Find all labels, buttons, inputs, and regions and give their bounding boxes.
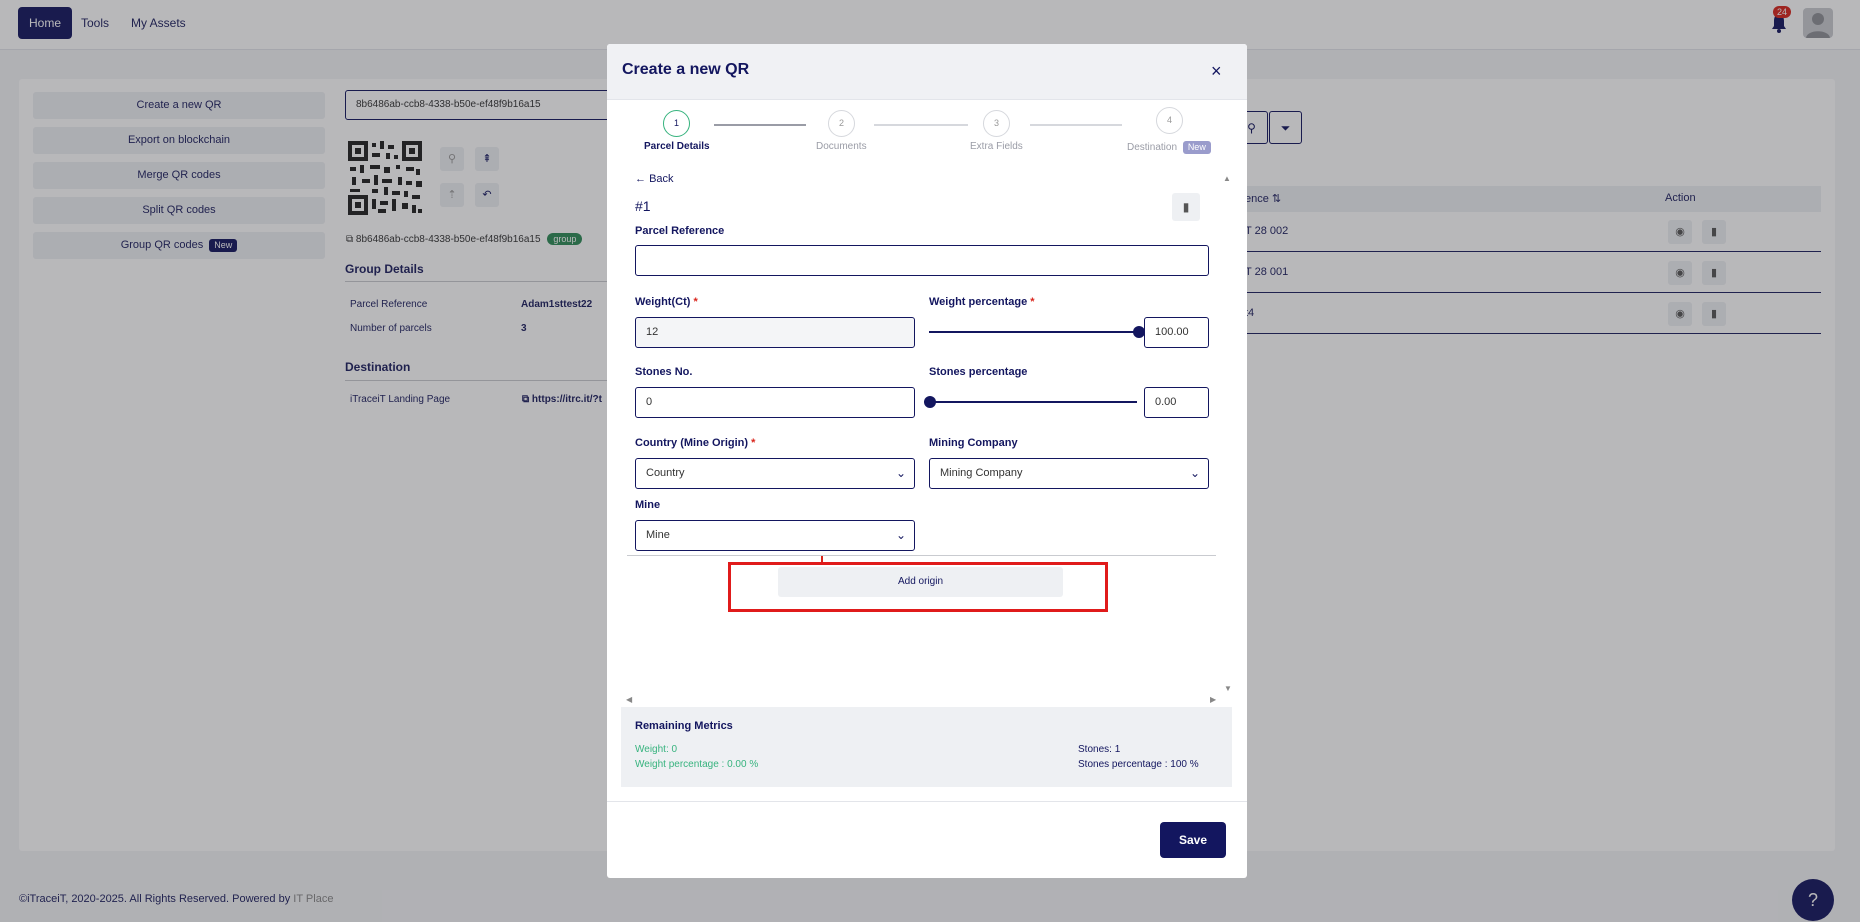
stones-percentage-slider-thumb[interactable] bbox=[924, 396, 936, 408]
step-2-label[interactable]: Documents bbox=[816, 141, 867, 152]
scroll-down-arrow-icon[interactable]: ▼ bbox=[1224, 684, 1232, 693]
back-link[interactable]: ← Back bbox=[635, 173, 674, 185]
stepper-line bbox=[714, 124, 806, 126]
remaining-metrics-title: Remaining Metrics bbox=[635, 720, 733, 732]
remaining-weight-percentage: Weight percentage : 0.00 % bbox=[635, 759, 759, 770]
scroll-up-arrow-icon[interactable]: ▲ bbox=[1223, 174, 1231, 183]
trash-icon: ▮ bbox=[1182, 200, 1190, 214]
weight-percentage-label: Weight percentage * bbox=[929, 296, 1035, 308]
new-badge: New bbox=[1182, 141, 1211, 154]
country-select-value: Country bbox=[646, 467, 685, 479]
mine-label: Mine bbox=[635, 499, 661, 511]
step-4-circle[interactable]: 4 bbox=[1156, 107, 1183, 134]
stones-percentage-input[interactable]: 0.00 bbox=[1144, 387, 1209, 418]
weight-percentage-input[interactable]: 100.00 bbox=[1144, 317, 1209, 348]
parcel-reference-label: Parcel Reference bbox=[635, 225, 725, 237]
step-1-circle[interactable]: 1 bbox=[663, 110, 690, 137]
scroll-left-arrow-icon[interactable]: ◀ bbox=[626, 695, 632, 704]
country-label: Country (Mine Origin) * bbox=[635, 437, 756, 449]
mine-select[interactable]: Mine ⌄ bbox=[635, 520, 915, 551]
stones-no-input[interactable]: 0 bbox=[635, 387, 915, 418]
arrow-left-icon: ← bbox=[635, 173, 650, 185]
weight-label-text: Weight(Ct) bbox=[635, 296, 691, 308]
stones-percentage-label: Stones percentage bbox=[929, 366, 1028, 378]
chevron-down-icon: ⌄ bbox=[1189, 466, 1200, 480]
step-2-circle[interactable]: 2 bbox=[828, 110, 855, 137]
stones-no-label: Stones No. bbox=[635, 366, 693, 378]
parcel-number: #1 bbox=[635, 198, 651, 214]
scroll-right-arrow-icon[interactable]: ▶ bbox=[1210, 695, 1216, 704]
step-1-label[interactable]: Parcel Details bbox=[644, 141, 710, 152]
remaining-metrics-panel: Remaining Metrics Weight: 0 Weight perce… bbox=[621, 707, 1232, 787]
country-select[interactable]: Country ⌄ bbox=[635, 458, 915, 489]
modal-header: Create a new QR × bbox=[607, 44, 1247, 100]
weight-percentage-slider[interactable] bbox=[929, 331, 1137, 333]
delete-parcel-button[interactable]: ▮ bbox=[1172, 193, 1200, 221]
close-icon[interactable]: × bbox=[1211, 62, 1222, 80]
step-3-label[interactable]: Extra Fields bbox=[970, 141, 1023, 152]
back-label: Back bbox=[649, 173, 674, 185]
mine-select-value: Mine bbox=[646, 529, 670, 541]
weight-label: Weight(Ct) * bbox=[635, 296, 698, 308]
remaining-stones: Stones: 1 bbox=[1078, 744, 1121, 755]
mining-company-select[interactable]: Mining Company ⌄ bbox=[929, 458, 1209, 489]
create-qr-modal: Create a new QR × 1 2 3 4 Parcel Details… bbox=[607, 44, 1247, 878]
parcel-reference-input[interactable] bbox=[635, 245, 1209, 276]
save-button[interactable]: Save bbox=[1160, 822, 1226, 858]
stepper-line bbox=[874, 124, 968, 126]
chevron-down-icon: ⌄ bbox=[895, 528, 906, 542]
remaining-weight: Weight: 0 bbox=[635, 744, 678, 755]
weight-percentage-label-text: Weight percentage bbox=[929, 296, 1028, 308]
step-4-label-text: Destination bbox=[1127, 142, 1178, 153]
mining-company-select-value: Mining Company bbox=[940, 467, 1023, 479]
chevron-down-icon: ⌄ bbox=[895, 466, 906, 480]
country-label-text: Country (Mine Origin) bbox=[635, 437, 749, 449]
stones-percentage-slider[interactable] bbox=[929, 401, 1137, 403]
divider bbox=[627, 555, 1216, 556]
step-3-circle[interactable]: 3 bbox=[983, 110, 1010, 137]
divider bbox=[607, 801, 1247, 802]
weight-input[interactable]: 12 bbox=[635, 317, 915, 348]
mining-company-label: Mining Company bbox=[929, 437, 1018, 449]
step-4-label[interactable]: Destination New bbox=[1127, 141, 1211, 154]
stepper-line bbox=[1030, 124, 1122, 126]
highlight-box bbox=[728, 562, 1108, 612]
modal-title: Create a new QR bbox=[622, 61, 750, 78]
remaining-stones-percentage: Stones percentage : 100 % bbox=[1078, 759, 1199, 770]
